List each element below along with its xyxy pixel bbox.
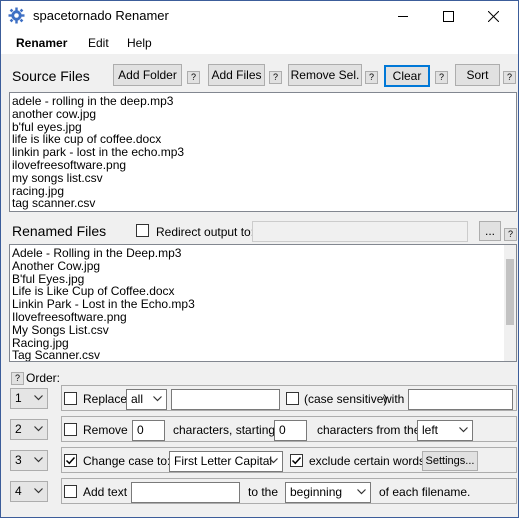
chevron-down-icon	[459, 427, 468, 433]
replace-find-field[interactable]	[171, 389, 280, 410]
remove-from-label: characters from the	[317, 423, 421, 437]
help-add-files-button[interactable]: ?	[269, 71, 282, 84]
window-title: spacetornado Renamer	[33, 8, 169, 23]
replace-checkbox[interactable]	[64, 392, 77, 405]
replace-scope-value: all	[131, 392, 144, 406]
remove-start-field[interactable]: 0	[274, 420, 307, 441]
help-redirect-button[interactable]: ?	[504, 228, 517, 241]
chevron-down-icon	[34, 395, 43, 401]
renamed-files-label: Renamed Files	[12, 223, 107, 239]
redirect-output-checkbox[interactable]	[136, 224, 149, 237]
source-files-label: Source Files	[12, 68, 90, 84]
replace-with-field[interactable]	[408, 389, 513, 410]
case-sensitive-label: (case sensitive)	[304, 392, 388, 406]
renamed-file-item[interactable]: Tag Scanner.csv	[10, 349, 516, 361]
case-settings-button[interactable]: Settings...	[422, 451, 478, 471]
rule-2-order-value: 2	[15, 422, 22, 436]
renamed-file-item[interactable]: Ilovefreesoftware.png	[10, 311, 516, 324]
checkmark-icon	[291, 456, 302, 465]
add-text-checkbox[interactable]	[64, 485, 77, 498]
rule-1-order-select[interactable]: 1	[10, 388, 48, 409]
source-file-item[interactable]: ilovefreesoftware.png	[10, 159, 516, 172]
remove-side-value: left	[422, 423, 439, 437]
minimize-icon	[398, 15, 408, 17]
chevron-down-icon	[153, 396, 162, 402]
case-sensitive-checkbox[interactable]	[286, 392, 299, 405]
rule-2-order-select[interactable]: 2	[10, 419, 48, 440]
chevron-down-icon	[269, 458, 278, 464]
minimize-button[interactable]	[381, 1, 426, 31]
add-text-to-label: to the	[248, 485, 279, 499]
exclude-words-checkbox[interactable]	[290, 454, 303, 467]
rule-1-order-value: 1	[15, 391, 22, 405]
help-remove-sel-button[interactable]: ?	[365, 71, 378, 84]
change-case-checkbox[interactable]	[64, 454, 77, 467]
remove-checkbox[interactable]	[64, 423, 77, 436]
add-text-field[interactable]	[131, 482, 240, 503]
sort-button[interactable]: Sort	[455, 64, 500, 86]
app-window: spacetornado Renamer Renamer Edit Help S…	[0, 0, 519, 518]
chevron-down-icon	[34, 426, 43, 432]
close-icon	[488, 10, 499, 22]
remove-selected-button[interactable]: Remove Sel.	[288, 64, 362, 86]
redirect-output-path-field[interactable]	[252, 221, 468, 242]
rule-3-order-select[interactable]: 3	[10, 450, 48, 471]
renamed-file-item[interactable]: Adele - Rolling in the Deep.mp3	[10, 247, 516, 260]
redirect-output-label: Redirect output to:	[156, 225, 255, 239]
browse-output-button[interactable]: ...	[479, 221, 501, 241]
chevron-down-icon	[357, 489, 366, 495]
source-files-list[interactable]: adele - rolling in the deep.mp3 another …	[9, 92, 517, 212]
renamed-list-scrollbar[interactable]	[504, 245, 516, 361]
add-files-button[interactable]: Add Files	[208, 64, 265, 86]
menu-edit[interactable]: Edit	[88, 36, 109, 50]
source-file-item[interactable]: tag scanner.csv	[10, 197, 516, 210]
app-gear-icon	[8, 7, 25, 24]
add-text-position-select[interactable]: beginning	[285, 482, 371, 503]
maximize-icon	[443, 10, 454, 22]
renamed-files-list[interactable]: Adele - Rolling in the Deep.mp3 Another …	[9, 244, 517, 362]
menu-renamer[interactable]: Renamer	[16, 36, 67, 50]
clear-button[interactable]: Clear	[384, 65, 430, 87]
add-text-label: Add text	[83, 485, 128, 499]
menu-bar: Renamer Edit Help	[1, 31, 518, 55]
case-mode-value: First Letter Capital	[174, 454, 273, 468]
chevron-down-icon	[34, 457, 43, 463]
exclude-words-label: exclude certain words.	[309, 454, 429, 468]
menu-help[interactable]: Help	[127, 36, 152, 50]
add-text-suffix-label: of each filename.	[379, 485, 471, 499]
remove-mid-label: characters, starting	[173, 423, 276, 437]
remove-side-select[interactable]: left	[417, 420, 473, 441]
help-clear-button[interactable]: ?	[435, 71, 448, 84]
maximize-button[interactable]	[426, 1, 471, 31]
add-folder-button[interactable]: Add Folder	[113, 64, 182, 86]
source-file-item[interactable]: adele - rolling in the deep.mp3	[10, 95, 516, 108]
change-case-label: Change case to:	[83, 454, 171, 468]
title-bar: spacetornado Renamer	[1, 1, 518, 31]
add-text-position-value: beginning	[290, 485, 343, 499]
remove-count-field[interactable]: 0	[132, 420, 165, 441]
help-add-folder-button[interactable]: ?	[187, 71, 200, 84]
case-mode-select[interactable]: First Letter Capital	[169, 451, 283, 472]
replace-scope-select[interactable]: all	[126, 389, 167, 410]
source-file-item[interactable]: my songs list.csv	[10, 171, 516, 185]
help-sort-button[interactable]: ?	[503, 71, 516, 84]
replace-with-label: with	[383, 392, 405, 406]
chevron-down-icon	[34, 488, 43, 494]
rule-3-order-value: 3	[15, 453, 22, 467]
checkmark-icon	[65, 456, 76, 465]
close-button[interactable]	[471, 1, 516, 31]
rule-4-order-select[interactable]: 4	[10, 481, 48, 502]
remove-label: Remove	[83, 423, 128, 437]
order-label: Order:	[26, 371, 61, 385]
help-order-button[interactable]: ?	[11, 372, 24, 385]
renamed-file-item[interactable]: Another Cow.jpg	[10, 259, 516, 273]
renamed-list-scroll-thumb[interactable]	[506, 259, 514, 325]
rule-4-order-value: 4	[15, 484, 22, 498]
source-file-item[interactable]: another cow.jpg	[10, 107, 516, 121]
renamed-file-item[interactable]: My Songs List.csv	[10, 323, 516, 337]
replace-label: Replace	[83, 392, 128, 406]
